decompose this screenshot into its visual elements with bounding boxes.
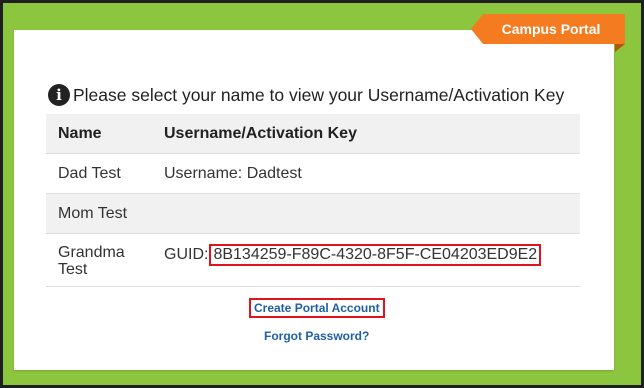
table-header-row: Name Username/Activation Key <box>46 114 580 154</box>
table-row[interactable]: Mom Test <box>46 193 580 234</box>
row-name[interactable]: Grandma Test <box>46 233 152 287</box>
row-key <box>152 193 580 234</box>
guid-wrapper: GUID: 8B134259-F89C-4320-8F5F-CE04203ED9… <box>164 244 542 266</box>
instruction-line: i Please select your name to view your U… <box>48 84 564 106</box>
table-row[interactable]: Dad Test Username: Dadtest <box>46 153 580 194</box>
table-row[interactable]: Grandma Test GUID: 8B134259-F89C-4320-8F… <box>46 233 580 287</box>
forgot-password-link[interactable]: Forgot Password? <box>264 329 369 343</box>
column-header-name: Name <box>46 114 152 154</box>
row-key: Username: Dadtest <box>152 153 580 194</box>
banner-ribbon-fold <box>615 44 625 52</box>
guid-value: 8B134259-F89C-4320-8F5F-CE04203ED9E2 <box>209 244 542 266</box>
column-header-key: Username/Activation Key <box>152 114 580 154</box>
row-name[interactable]: Dad Test <box>46 153 152 194</box>
instruction-text: Please select your name to view your Use… <box>73 84 565 105</box>
accounts-table: Name Username/Activation Key Dad Test Us… <box>46 114 580 287</box>
guid-label: GUID: <box>164 246 209 263</box>
banner-label: Campus Portal <box>501 21 601 37</box>
campus-portal-banner: Campus Portal <box>471 14 625 44</box>
row-name[interactable]: Mom Test <box>46 193 152 234</box>
info-icon: i <box>48 84 70 106</box>
create-portal-account-link[interactable]: Create Portal Account <box>249 298 385 318</box>
row-key: GUID: 8B134259-F89C-4320-8F5F-CE04203ED9… <box>152 233 580 287</box>
